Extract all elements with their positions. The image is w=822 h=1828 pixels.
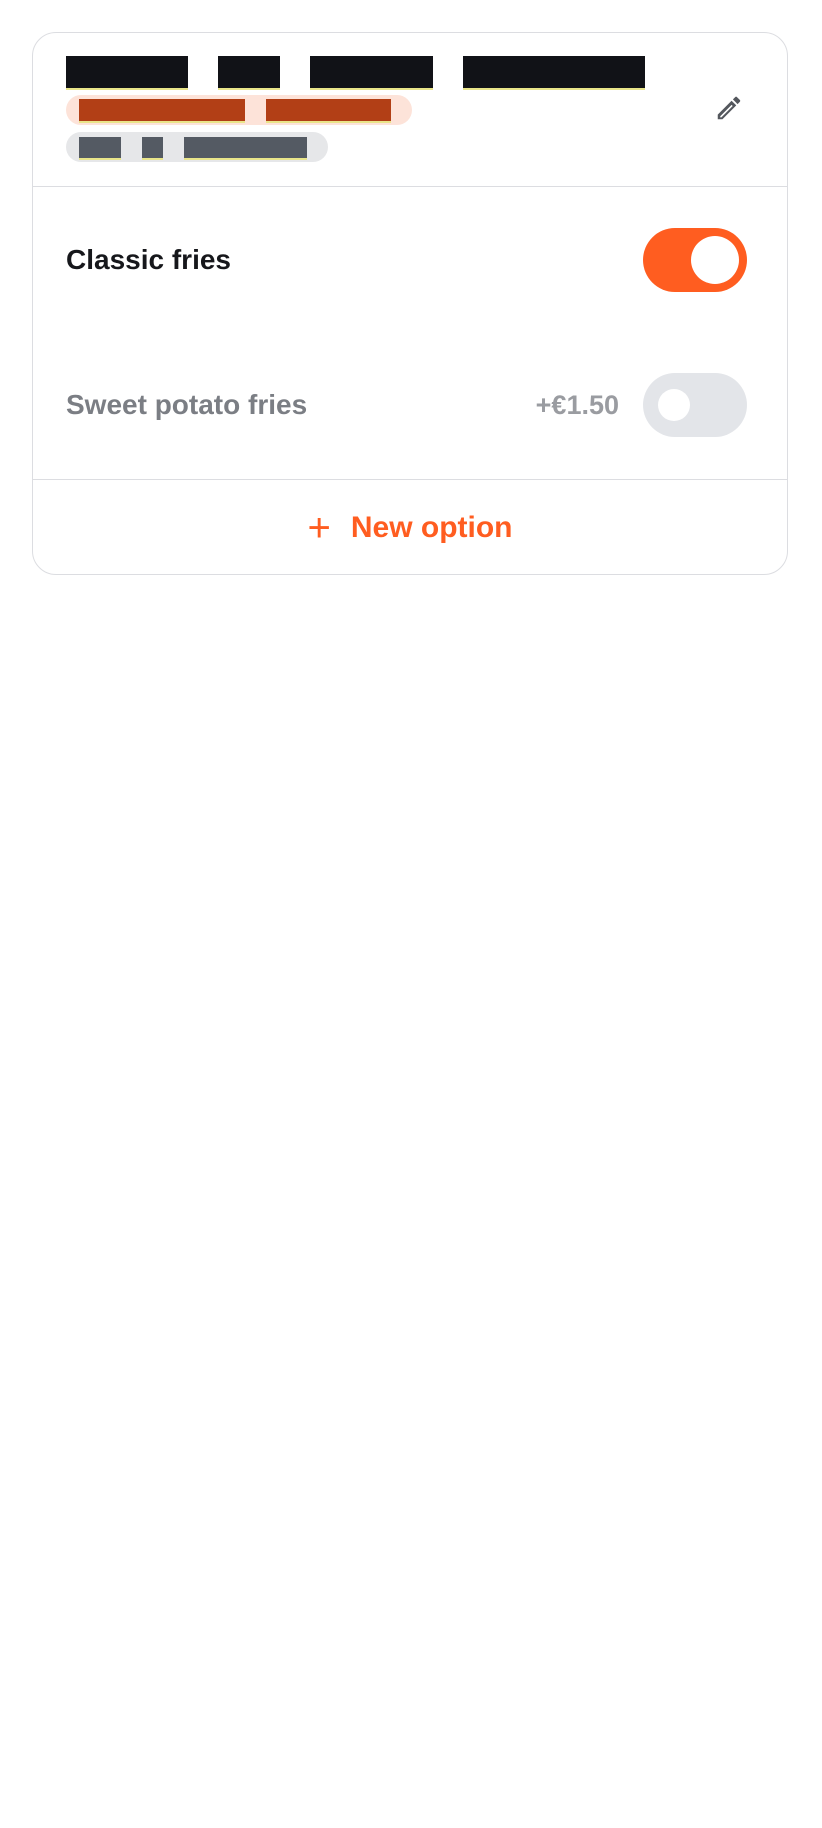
pencil-icon <box>717 96 741 120</box>
redacted-text <box>265 99 391 121</box>
option-price: +€1.50 <box>535 389 619 420</box>
option-row-sweet-potato-fries: Sweet potato fries +€1.50 <box>33 360 787 450</box>
redacted-text <box>463 56 645 88</box>
toggle-knob <box>691 236 739 284</box>
option-label: Classic fries <box>66 244 231 275</box>
redacted-text <box>79 99 245 121</box>
group-tag-badge <box>66 95 412 125</box>
new-option-label: New option <box>350 511 513 544</box>
option-toggle-on[interactable] <box>643 228 747 292</box>
redacted-text <box>218 56 280 88</box>
redacted-text <box>183 136 307 158</box>
group-title-redacted <box>66 56 675 88</box>
option-label: Sweet potato fries <box>66 389 308 420</box>
redacted-text <box>141 136 163 158</box>
group-meta-badge <box>66 132 328 162</box>
option-row-classic-fries: Classic fries <box>33 215 787 305</box>
redacted-text <box>310 56 433 88</box>
redacted-text <box>79 136 121 158</box>
toggle-knob <box>658 389 690 421</box>
option-group-header <box>33 33 787 187</box>
edit-group-button[interactable] <box>709 88 749 128</box>
option-group-card: Classic fries Sweet potato fries +€1.50 … <box>32 32 788 575</box>
new-option-button[interactable]: + New option <box>33 479 787 574</box>
option-toggle-off[interactable] <box>643 373 747 437</box>
redacted-text <box>66 56 188 88</box>
plus-icon: + <box>307 506 331 550</box>
